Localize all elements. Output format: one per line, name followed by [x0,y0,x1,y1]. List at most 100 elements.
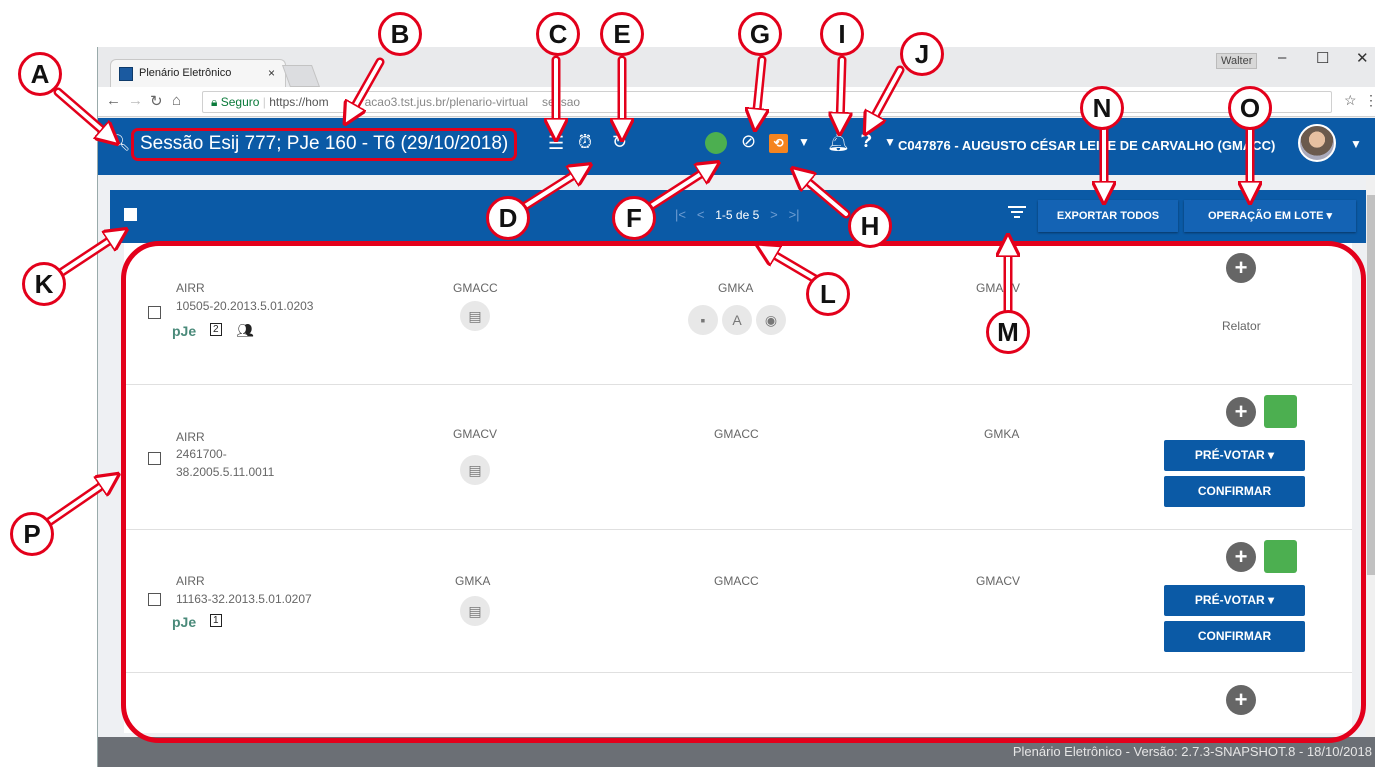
col2-gm: GMACC [714,574,759,588]
avatar[interactable] [1298,124,1336,162]
pre-vote-label: PRÉ-VOTAR [1194,593,1265,607]
browser-tab[interactable]: Plenário Eletrônico × [110,59,286,87]
home-icon[interactable]: ⌂ [172,92,181,109]
notification-bell-icon[interactable]: 🔔︎ [827,132,850,153]
annotated-screenshot: Plenário Eletrônico × Walter – ☐ ✕ ← → ↻… [0,0,1375,767]
confirm-button[interactable]: CONFIRMAR [1164,476,1305,507]
process-class: AIRR [176,430,205,444]
add-vote-button[interactable]: + [1226,542,1256,572]
user-dropdown-icon[interactable]: ▼ [1350,137,1362,151]
col3-gm: GMACV [976,281,1021,295]
status-clock-icon[interactable] [705,132,727,154]
row-checkbox[interactable] [148,306,161,319]
process-number: 10505-20.2013.5.01.0203 [176,299,314,313]
documents-icon[interactable]: ▤ [460,301,490,331]
add-vote-button[interactable]: + [1226,685,1256,715]
view-icon[interactable]: ◉ [756,305,786,335]
close-window-icon[interactable]: ✕ [1356,49,1369,67]
sync-status-icon[interactable]: ⟲ [769,134,788,153]
main-content: |< < 1-5 de 5 > >| EXPORTAR TODOS OPERAÇ… [98,175,1375,737]
reload-icon[interactable]: ↻ [150,92,163,110]
list-icon[interactable]: ☰ [548,133,564,154]
docs-count-icon[interactable]: 2 [210,323,222,336]
row-checkbox[interactable] [148,452,161,465]
search-icon[interactable]: 🔍︎ [110,133,130,153]
tab-close-icon[interactable]: × [268,66,275,80]
windows-user-badge: Walter [1216,53,1258,69]
bookmark-star-icon[interactable]: ☆ [1344,92,1357,109]
prev-page-icon[interactable]: < [697,207,705,222]
pje-logo: pJe [172,323,196,339]
back-icon[interactable]: ← [106,92,121,109]
export-all-button[interactable]: EXPORTAR TODOS [1038,200,1178,232]
process-list: AIRR 10505-20.2013.5.01.0203 pJe 2 👥︎ GM… [124,243,1352,733]
sync-dropdown-icon[interactable]: ▼ [798,135,810,149]
browser-window: Plenário Eletrônico × Walter – ☐ ✕ ← → ↻… [97,47,1375,767]
callout-o: O [1228,86,1272,130]
col2-gm: GMKA [718,281,754,295]
col1-gm: GMACC [453,281,498,295]
role-label: Relator [1222,319,1261,333]
callout-g: G [738,12,782,56]
process-number-line2: 38.2005.5.11.0011 [176,465,275,479]
lock-icon: 🔒︎ [211,95,218,109]
documents-icon[interactable]: ▤ [460,596,490,626]
col1-gm: GMKA [455,574,491,588]
callout-l: L [806,272,850,316]
table-row: AIRR 10505-20.2013.5.01.0203 pJe 2 👥︎ GM… [124,243,1352,385]
tab-strip: Plenário Eletrônico × Walter – ☐ ✕ [98,47,1375,87]
batch-operation-button[interactable]: OPERAÇÃO EM LOTE ▾ [1184,200,1356,232]
callout-n: N [1080,86,1124,130]
select-all-checkbox[interactable] [124,208,137,221]
table-row: + [124,673,1352,733]
user-name[interactable]: C047876 - AUGUSTO CÉSAR LEITE DE CARVALH… [898,138,1275,153]
maximize-icon[interactable]: ☐ [1316,49,1329,67]
pre-vote-button[interactable]: PRÉ-VOTAR ▾ [1164,585,1305,616]
session-title: Sessão Esij 777; PJe 160 - T6 (29/10/201… [131,128,518,161]
minimize-icon[interactable]: – [1278,49,1286,66]
url-field[interactable]: 🔒︎ Seguro | https://hom acao3.tst.jus.br/… [202,91,1332,113]
help-dropdown-icon[interactable]: ▼ [884,135,896,149]
col1-gm: GMACV [453,427,498,441]
callout-j: J [900,32,944,76]
url-mid: acao3.tst.jus.br/plenario-virtual [364,95,529,109]
pje-label: pJe [172,323,197,339]
col3-gm: GMKA [984,427,1020,441]
documents-icon[interactable]: ▤ [460,455,490,485]
speaker-icon[interactable]: 👥︎ [236,322,254,339]
browser-menu-icon[interactable]: ⋮ [1364,92,1375,109]
help-icon[interactable]: ❓︎ [861,131,872,152]
docs-count-icon[interactable]: 1 [210,614,222,627]
spellcheck-icon[interactable]: A [722,305,752,335]
last-page-icon[interactable]: >| [789,207,800,222]
add-vote-button[interactable]: + [1226,397,1256,427]
list-toolbar: |< < 1-5 de 5 > >| EXPORTAR TODOS OPERAÇ… [110,190,1366,243]
next-page-icon[interactable]: > [770,207,778,222]
comment-icon[interactable]: ▪ [688,305,718,335]
callout-i: I [820,12,864,56]
callout-b: B [378,12,422,56]
new-tab-button[interactable] [281,65,321,87]
scrollbar[interactable] [1366,175,1375,737]
alarm-clock-icon[interactable]: ⏰︎ [578,132,592,153]
forward-icon[interactable]: → [128,92,143,109]
status-indicator [1264,395,1297,428]
process-number: 11163-32.2013.5.01.0207 [176,592,312,606]
tab-title: Plenário Eletrônico [139,67,232,79]
table-row: AIRR 11163-32.2013.5.01.0207 pJe 1 GMKA … [124,530,1352,673]
pje-logo: pJe [172,614,196,630]
block-icon[interactable]: ⊘ [741,131,756,152]
filter-icon[interactable] [1008,206,1026,220]
first-page-icon[interactable]: |< [675,207,686,222]
callout-m: M [986,310,1030,354]
pre-vote-button[interactable]: PRÉ-VOTAR ▾ [1164,440,1305,471]
add-vote-button[interactable]: + [1226,253,1256,283]
row-checkbox[interactable] [148,593,161,606]
callout-d: D [486,196,530,240]
refresh-icon[interactable]: ↻ [612,132,627,153]
col2-gm: GMACC [714,427,759,441]
site-favicon-icon [119,67,133,81]
confirm-button[interactable]: CONFIRMAR [1164,621,1305,652]
callout-k: K [22,262,66,306]
table-row: AIRR 2461700- 38.2005.5.11.0011 GMACV ▤ … [124,385,1352,530]
